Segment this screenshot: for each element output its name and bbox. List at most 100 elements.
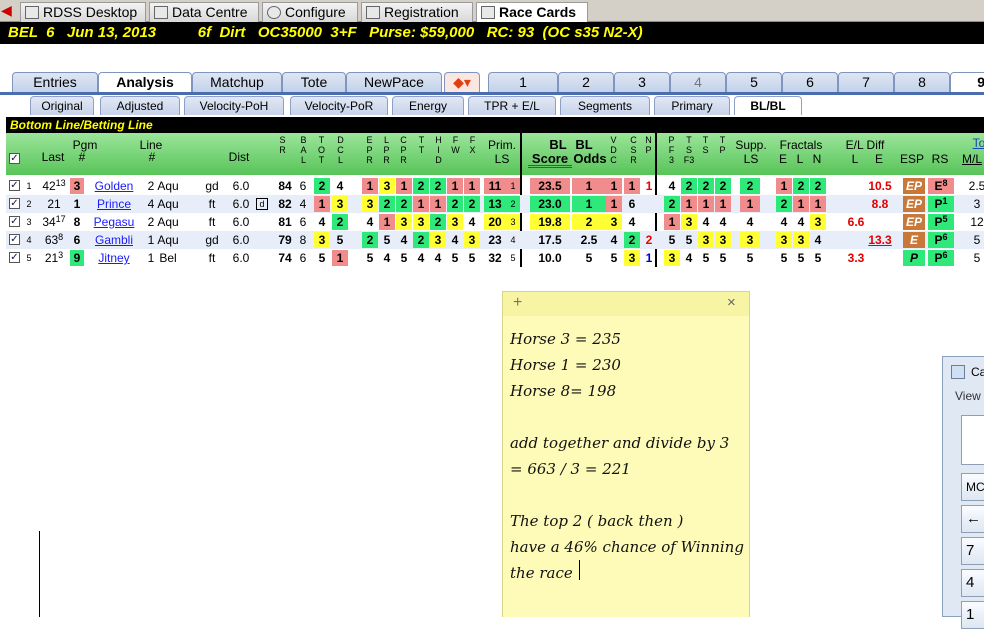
cell-cond: gd [205,179,219,193]
cell-lpr: 1 [379,214,395,230]
cell-tf3: 4 [685,251,693,265]
subtab-primary[interactable]: Primary [654,96,730,115]
cell-fe: 2 [776,196,792,212]
subtab-velocity-por[interactable]: Velocity-PoR [290,96,388,115]
subtab-tpr-el[interactable]: TPR + E/L [468,96,556,115]
tab-race-2[interactable]: 2 [558,72,614,92]
sticky-note-titlebar[interactable]: + × [503,292,749,316]
horse-name-link[interactable]: Pegasu [92,214,136,230]
tab-rdss-desktop[interactable]: RDSS Desktop [20,2,146,22]
cell-prim: 32 [488,251,502,265]
calc-4-button[interactable]: 4 [961,569,984,597]
last-superscript: 3 [58,250,64,260]
last-superscript: 8 [58,232,64,242]
newpace-diamond-button[interactable]: ◆▾ [444,72,480,92]
cell-fe: 3 [776,232,792,248]
header-pf3: P F 3 [668,135,675,165]
tab-analysis[interactable]: Analysis [98,72,192,92]
subtab-segments[interactable]: Segments [560,96,650,115]
last-value: 34 [42,215,56,229]
tab-registration[interactable]: Registration [361,2,473,22]
row-checkbox[interactable]: ✓ [9,216,20,227]
header-to[interactable]: To [972,137,984,149]
horse-name-link[interactable]: Jitney [92,250,136,266]
horse-name-link[interactable]: Prince [92,196,136,212]
tab-race-9[interactable]: 9 [950,72,984,92]
cell-ml: 12 [970,215,984,229]
tab-race-8[interactable]: 8 [894,72,950,92]
calc-backspace-button[interactable]: ← [961,505,984,533]
tab-label: Registration [384,4,459,20]
add-note-icon[interactable]: + [513,294,522,312]
cell-epr: 2 [362,232,378,248]
subtab-energy[interactable]: Energy [392,96,464,115]
header-dcl: D C L [337,135,344,165]
sticky-note[interactable]: + × Horse 3 = 235 Horse 1 = 230 Horse 8=… [502,291,750,617]
header-bal: B A L [300,135,307,165]
calc-1-button[interactable]: 1 [961,601,984,629]
cell-bl: 23.5 [530,178,570,194]
header-sr: S R [279,135,286,155]
subtab-bl-bl[interactable]: BL/BL [734,96,802,115]
horse-name-link[interactable]: Golden [92,178,136,194]
rs-superscript: 5 [942,214,948,224]
select-all-checkbox[interactable]: ✓ [9,153,20,164]
header-score[interactable]: Score [528,152,572,168]
tab-tote[interactable]: Tote [282,72,346,92]
cell-cpr: 5 [400,251,408,265]
tab-configure[interactable]: Configure [262,2,358,22]
cell-lpr: 3 [379,178,395,194]
cell-np [642,214,656,230]
subtab-original[interactable]: Original [30,96,94,115]
horse-name-link[interactable]: Gambli [92,232,136,248]
header-odds[interactable]: Odds [572,152,608,165]
cell-dist: 6.0 [232,215,250,229]
cell-rs: P6 [928,250,954,266]
cell-tt: 1 [413,196,429,212]
tab-newpace[interactable]: NewPace [346,72,442,92]
row-checkbox[interactable]: ✓ [9,234,20,245]
calc-7-button[interactable]: 7 [961,537,984,565]
tab-race-5[interactable]: 5 [726,72,782,92]
cell-blrank: 1 [572,178,606,194]
tab-data-centre[interactable]: Data Centre [149,2,259,22]
tab-race-7[interactable]: 7 [838,72,894,92]
cell-tt: 3 [413,214,429,230]
tab-race-3[interactable]: 3 [614,72,670,92]
cell-fw: 1 [447,178,463,194]
row-number: 4 [26,235,32,245]
tab-race-4[interactable]: 4 [670,72,726,92]
subtab-adjusted[interactable]: Adjusted [100,96,180,115]
row-checkbox[interactable]: ✓ [9,180,20,191]
cell-fn: 3 [810,214,826,230]
calculator-window[interactable]: Ca View MC ← 7 4 1 [942,356,984,629]
subtab-velocity-poh[interactable]: Velocity-PoH [184,96,284,115]
tab-race-cards[interactable]: Race Cards [476,2,588,23]
cell-tot: 5 [318,251,326,265]
cell-epr: 4 [366,215,374,229]
row-checkbox[interactable]: ✓ [9,198,20,209]
cell-trk: Bel [159,251,177,265]
cell-csr: 2 [624,232,640,248]
header-ml[interactable]: M/L [962,153,984,165]
cell-cond: ft [208,197,216,211]
tab-race-6[interactable]: 6 [782,72,838,92]
tab-matchup[interactable]: Matchup [192,72,282,92]
header-tt: T T [418,135,425,155]
calculator-display [961,415,984,465]
tab-entries[interactable]: Entries [12,72,98,92]
header-fractals-l: L [796,152,804,166]
gear-icon [267,6,281,19]
cell-cond: gd [205,233,219,247]
row-checkbox[interactable]: ✓ [9,252,20,263]
rs-superscript: 6 [942,250,948,260]
tab-race-1[interactable]: 1 [488,72,558,92]
text-cursor [579,560,580,580]
cell-cpr: 3 [396,214,412,230]
close-note-icon[interactable]: × [727,294,736,311]
sticky-note-text[interactable]: Horse 3 = 235 Horse 1 = 230 Horse 8= 198… [510,326,744,586]
rs-superscript: 1 [942,196,948,206]
back-arrow-icon[interactable]: ◀ [1,3,17,17]
calc-mc-button[interactable]: MC [961,473,984,501]
calculator-view-menu[interactable]: View [955,389,981,403]
